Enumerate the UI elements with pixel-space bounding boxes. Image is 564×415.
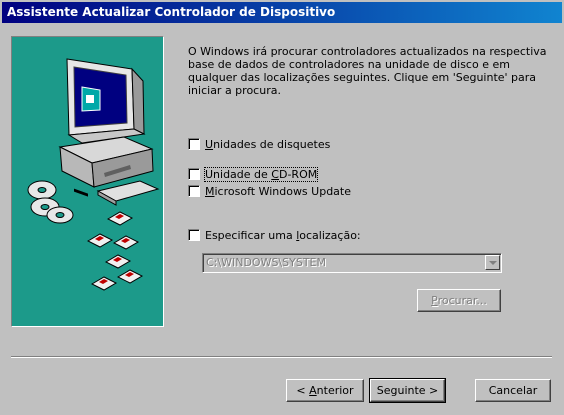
computer-illustration-icon bbox=[27, 58, 160, 291]
browse-button[interactable]: Procurar... bbox=[417, 289, 501, 312]
title-bar[interactable]: Assistente Actualizar Controlador de Dis… bbox=[2, 2, 562, 23]
wizard-illustration bbox=[11, 36, 164, 327]
location-dropdown-button[interactable] bbox=[485, 255, 500, 270]
wizard-window: Assistente Actualizar Controlador de Dis… bbox=[0, 0, 564, 415]
cdrom-label[interactable]: Unidade de CD-ROM bbox=[203, 167, 319, 182]
dropdown-arrow-icon bbox=[489, 261, 497, 265]
window-title: Assistente Actualizar Controlador de Dis… bbox=[7, 5, 336, 19]
windows-update-label[interactable]: Microsoft Windows Update bbox=[205, 185, 351, 198]
specify-location-label[interactable]: Especificar uma localização: bbox=[205, 229, 361, 242]
location-value: C:\WINDOWS\SYSTEM bbox=[206, 256, 326, 269]
floppy-disk-icon bbox=[86, 211, 144, 291]
cancel-button[interactable]: Cancelar bbox=[475, 379, 551, 402]
cdrom-checkbox[interactable] bbox=[188, 168, 200, 180]
back-button[interactable]: < Anterior bbox=[286, 379, 364, 402]
floppy-label[interactable]: Unidades de disquetes bbox=[205, 138, 330, 151]
separator bbox=[11, 356, 552, 358]
location-combobox[interactable]: C:\WINDOWS\SYSTEM bbox=[202, 253, 502, 273]
next-button[interactable]: Seguinte > bbox=[369, 378, 446, 403]
windows-update-checkbox[interactable] bbox=[188, 185, 200, 197]
cd-icon bbox=[27, 180, 74, 224]
specify-location-checkbox[interactable] bbox=[188, 229, 200, 241]
floppy-checkbox[interactable] bbox=[188, 138, 200, 150]
computer-icon bbox=[58, 58, 160, 206]
instructions-text: O Windows irá procurar controladores act… bbox=[188, 45, 547, 97]
